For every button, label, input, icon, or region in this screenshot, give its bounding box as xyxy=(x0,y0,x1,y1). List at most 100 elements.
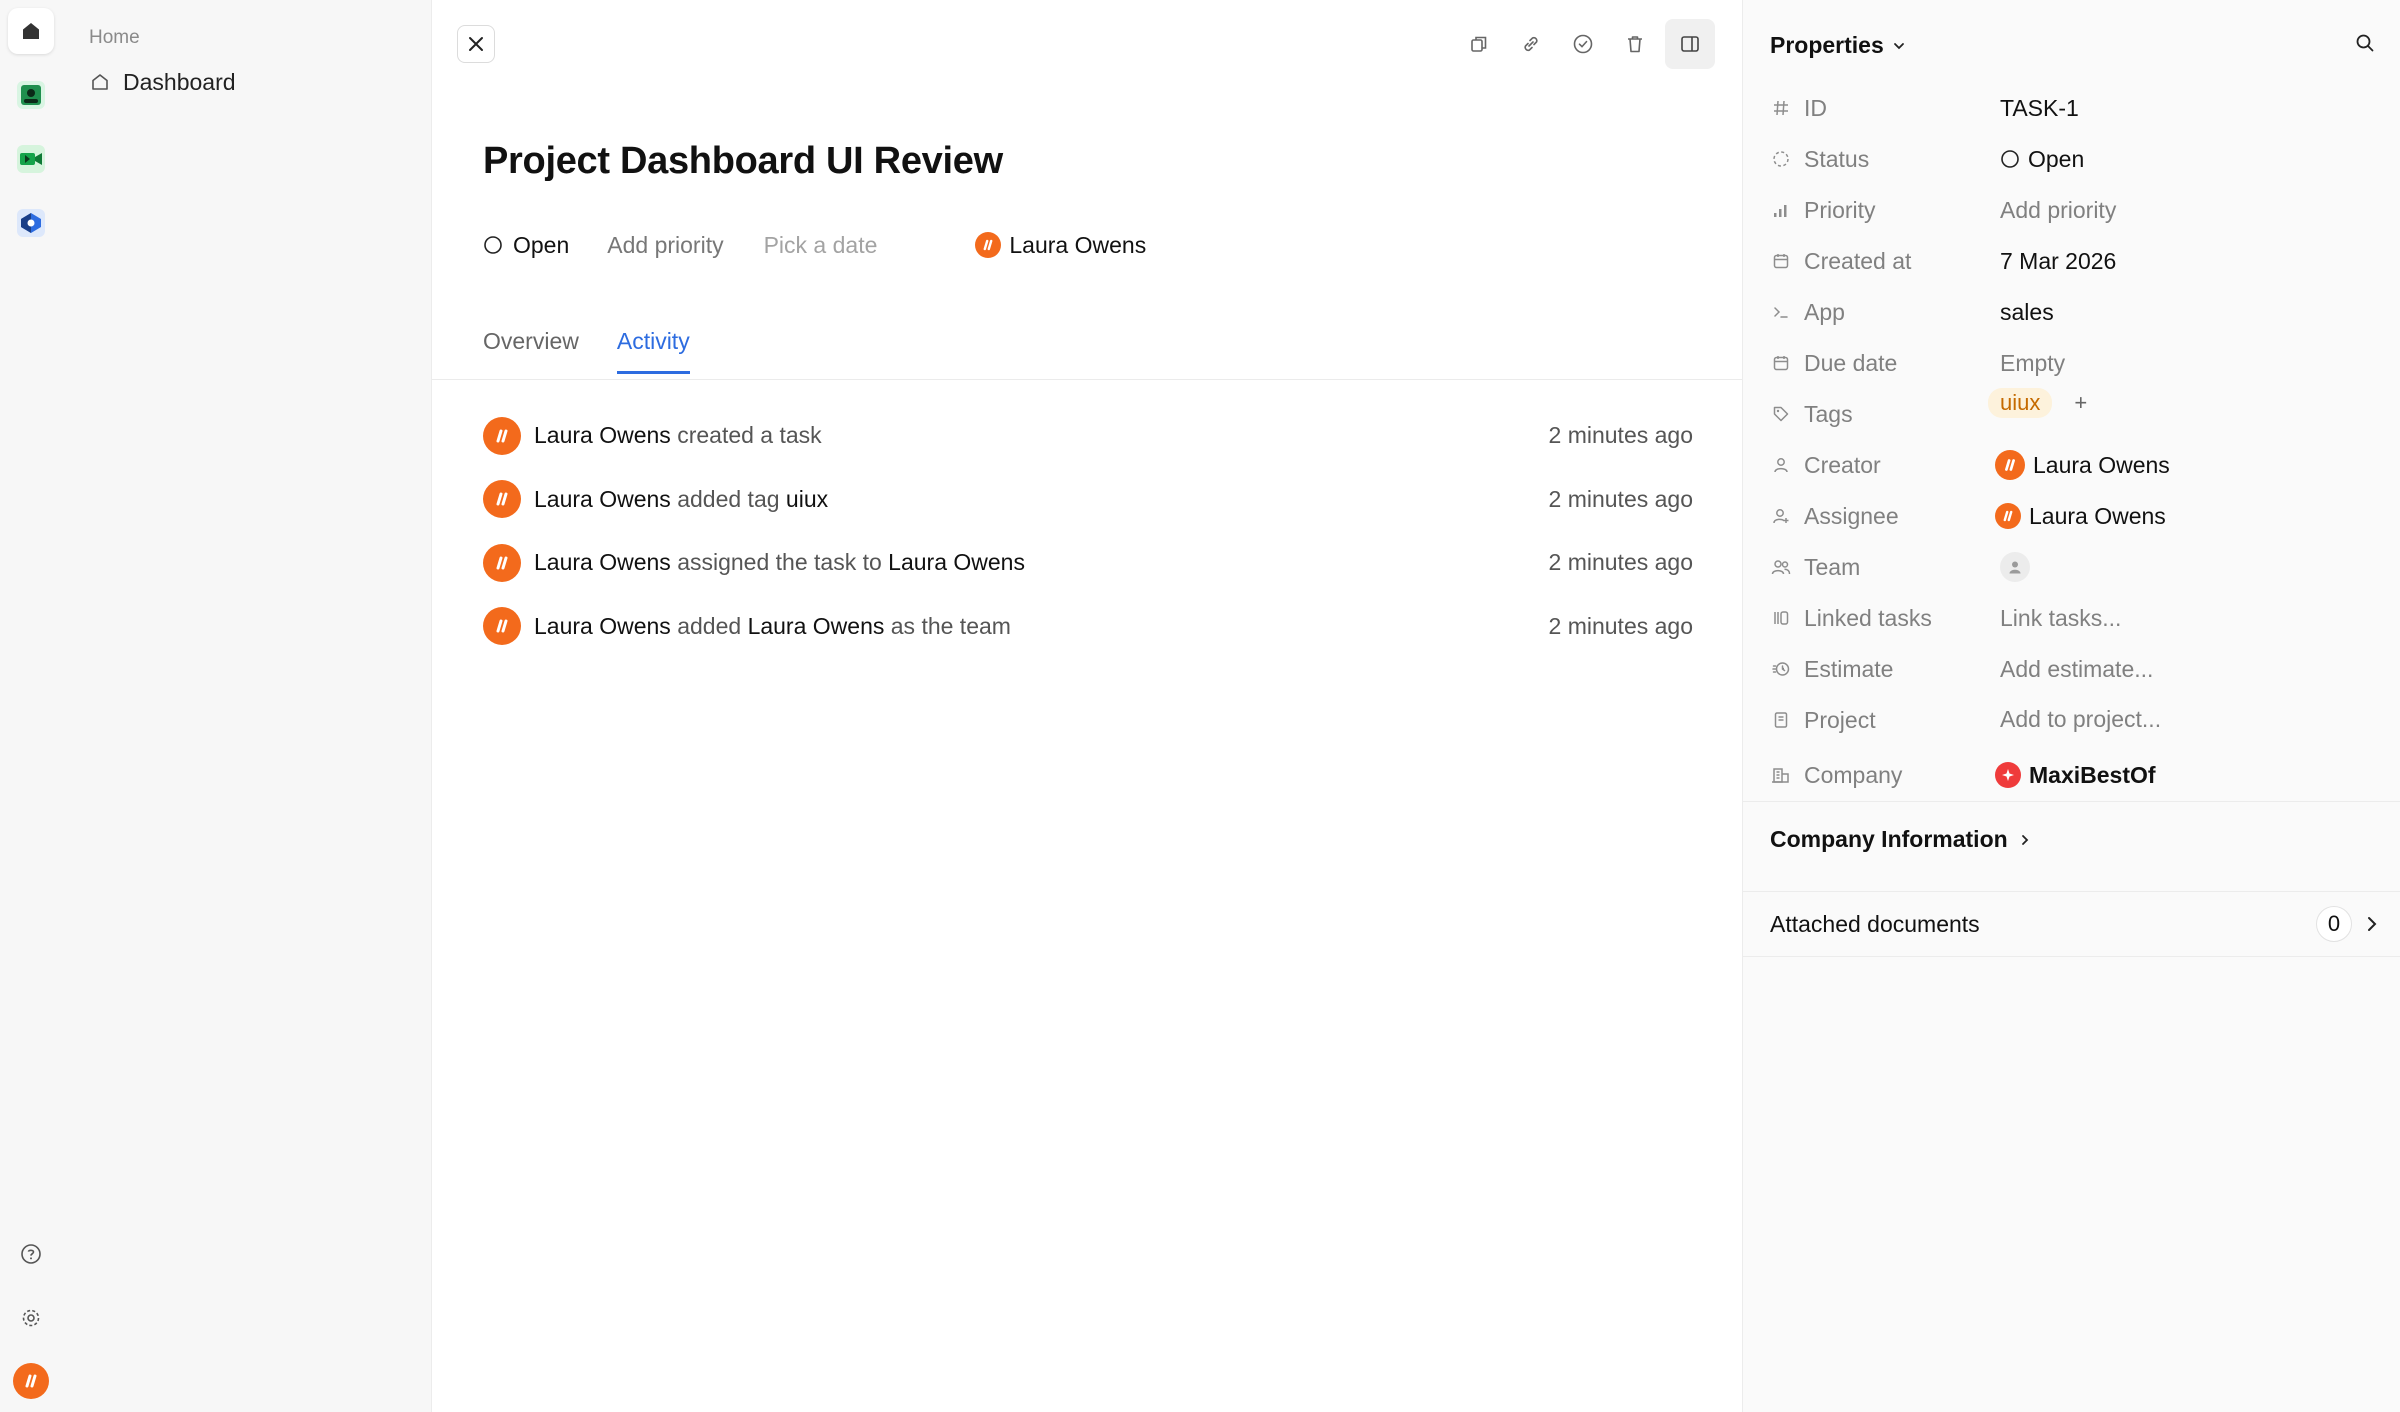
status-selector[interactable]: Open xyxy=(483,232,569,259)
chevron-right-icon xyxy=(2364,915,2380,933)
avatar xyxy=(483,416,521,455)
prop-due-date: Due date Empty xyxy=(1770,343,2370,383)
prop-estimate: Estimate Add estimate... xyxy=(1770,649,2370,689)
sidebar-item-dashboard[interactable]: Dashboard xyxy=(89,64,236,100)
task-toolbar xyxy=(1457,19,1715,69)
prop-team: Team xyxy=(1770,547,2370,587)
prop-company: Company MaxiBestOf xyxy=(1770,755,2370,795)
prop-value-project[interactable]: Add to project... xyxy=(2000,706,2161,733)
close-button[interactable] xyxy=(457,25,495,63)
activity-action: added tag xyxy=(670,485,786,512)
count-badge: 0 xyxy=(2316,906,2352,942)
tag-icon xyxy=(1770,403,1792,425)
tag-chip[interactable]: uiux xyxy=(1988,388,2053,418)
activity-entity: Laura Owens xyxy=(747,612,885,639)
hash-icon xyxy=(1770,97,1792,119)
priority-selector[interactable]: Add priority xyxy=(607,232,723,259)
copy-link-button[interactable] xyxy=(1509,19,1553,69)
user-avatar-logo[interactable] xyxy=(8,1358,54,1404)
activity-entity: Laura Owens xyxy=(888,549,1025,576)
app-icon-blue[interactable] xyxy=(8,200,54,246)
activity-actor: Laura Owens xyxy=(534,549,671,576)
prop-created-at: Created at 7 Mar 2026 xyxy=(1770,241,2370,281)
status-open-icon xyxy=(484,236,502,254)
creator-name: Laura Owens xyxy=(2033,451,2170,478)
prop-creator: Creator Laura Owens xyxy=(1770,445,2370,485)
company-name: MaxiBestOf xyxy=(2029,761,2156,788)
activity-item: Laura Owens added tag uiux 2 minutes ago xyxy=(483,468,1693,532)
team-avatar xyxy=(2000,552,2030,582)
prop-value-assignee[interactable]: Laura Owens xyxy=(1995,503,2166,530)
section-title: Company Information xyxy=(1770,826,2008,852)
priority-bars-icon xyxy=(1770,199,1792,221)
page-title: Project Dashboard UI Review xyxy=(483,140,1003,182)
activity-actor: Laura Owens xyxy=(534,485,671,512)
avatar xyxy=(483,543,521,582)
home-icon[interactable] xyxy=(8,8,54,54)
activity-item: Laura Owens assigned the task to Laura O… xyxy=(483,531,1693,595)
document-icon xyxy=(1770,709,1792,731)
prop-value-company[interactable]: MaxiBestOf xyxy=(1995,762,2156,789)
trash-icon xyxy=(1628,36,1642,53)
task-detail: Project Dashboard UI Review Open Add pri… xyxy=(432,0,1742,1412)
prop-value-due-date[interactable]: Empty xyxy=(2000,350,2065,377)
prop-value-creator: Laura Owens xyxy=(1995,450,2170,480)
sidebar-panel-icon xyxy=(1681,36,1699,52)
date-picker[interactable]: Pick a date xyxy=(764,232,878,259)
prop-id: ID TASK-1 xyxy=(1770,88,2370,128)
activity-text: Laura Owens created a task xyxy=(534,422,822,449)
company-information-toggle[interactable]: Company Information xyxy=(1770,826,2032,853)
tab-activity[interactable]: Activity xyxy=(616,328,690,374)
prop-value-estimate[interactable]: Add estimate... xyxy=(2000,656,2153,683)
prop-label: Creator xyxy=(1804,451,1881,478)
app-rail xyxy=(0,0,62,1412)
calendar-icon xyxy=(1770,250,1792,272)
calendar-icon xyxy=(1770,352,1792,374)
add-tag-button[interactable]: + xyxy=(2074,390,2087,416)
clock-icon xyxy=(1770,658,1792,680)
users-icon xyxy=(1770,556,1792,578)
chevron-down-icon xyxy=(1893,42,1904,49)
nav-section-title: Home xyxy=(89,27,140,48)
prop-value-priority[interactable]: Add priority xyxy=(2000,197,2116,224)
assignee-name: Laura Owens xyxy=(2029,502,2166,529)
app-icon-video[interactable] xyxy=(8,136,54,182)
activity-actor: Laura Owens xyxy=(534,422,671,449)
status-open-icon xyxy=(2001,150,2019,168)
prop-value-linked-tasks[interactable]: Link tasks... xyxy=(2000,605,2121,632)
prop-assignee: Assignee Laura Owens xyxy=(1770,496,2370,536)
prop-value-status[interactable]: Open xyxy=(2000,146,2084,173)
toggle-panel-button[interactable] xyxy=(1665,19,1715,69)
properties-dropdown[interactable]: Properties xyxy=(1770,32,1906,59)
prop-value-app: sales xyxy=(2000,298,2054,325)
prop-label: ID xyxy=(1804,94,1827,121)
attached-documents-label: Attached documents xyxy=(1770,910,1980,937)
help-icon[interactable] xyxy=(8,1231,54,1277)
avatar xyxy=(1995,450,2025,480)
user-icon xyxy=(1770,454,1792,476)
activity-timestamp: 2 minutes ago xyxy=(1548,612,1693,639)
prop-value-team[interactable] xyxy=(2000,552,2030,582)
status-label: Open xyxy=(513,231,570,258)
prop-label: Due date xyxy=(1804,349,1898,376)
activity-action: created a task xyxy=(670,422,822,449)
avatar xyxy=(1995,503,2021,529)
complete-button[interactable] xyxy=(1561,19,1605,69)
prop-label: Linked tasks xyxy=(1804,604,1932,631)
prop-label: Company xyxy=(1804,761,1903,788)
terminal-icon xyxy=(1770,301,1792,323)
assignee-name: Laura Owens xyxy=(1009,231,1147,258)
prop-project: Project Add to project... xyxy=(1770,700,2370,740)
prop-label: Estimate xyxy=(1804,655,1894,682)
gear-icon[interactable] xyxy=(8,1295,54,1341)
search-button[interactable] xyxy=(2354,32,2376,60)
attached-documents-row[interactable]: Attached documents 0 xyxy=(1770,904,2380,944)
app-icon-green[interactable] xyxy=(8,72,54,118)
tab-overview[interactable]: Overview xyxy=(483,328,579,374)
company-logo-icon xyxy=(1995,762,2021,788)
delete-button[interactable] xyxy=(1613,19,1657,69)
avatar xyxy=(483,480,521,519)
duplicate-button[interactable] xyxy=(1457,19,1501,69)
assignee-selector[interactable]: Laura Owens xyxy=(975,232,1146,259)
avatar xyxy=(483,607,521,646)
